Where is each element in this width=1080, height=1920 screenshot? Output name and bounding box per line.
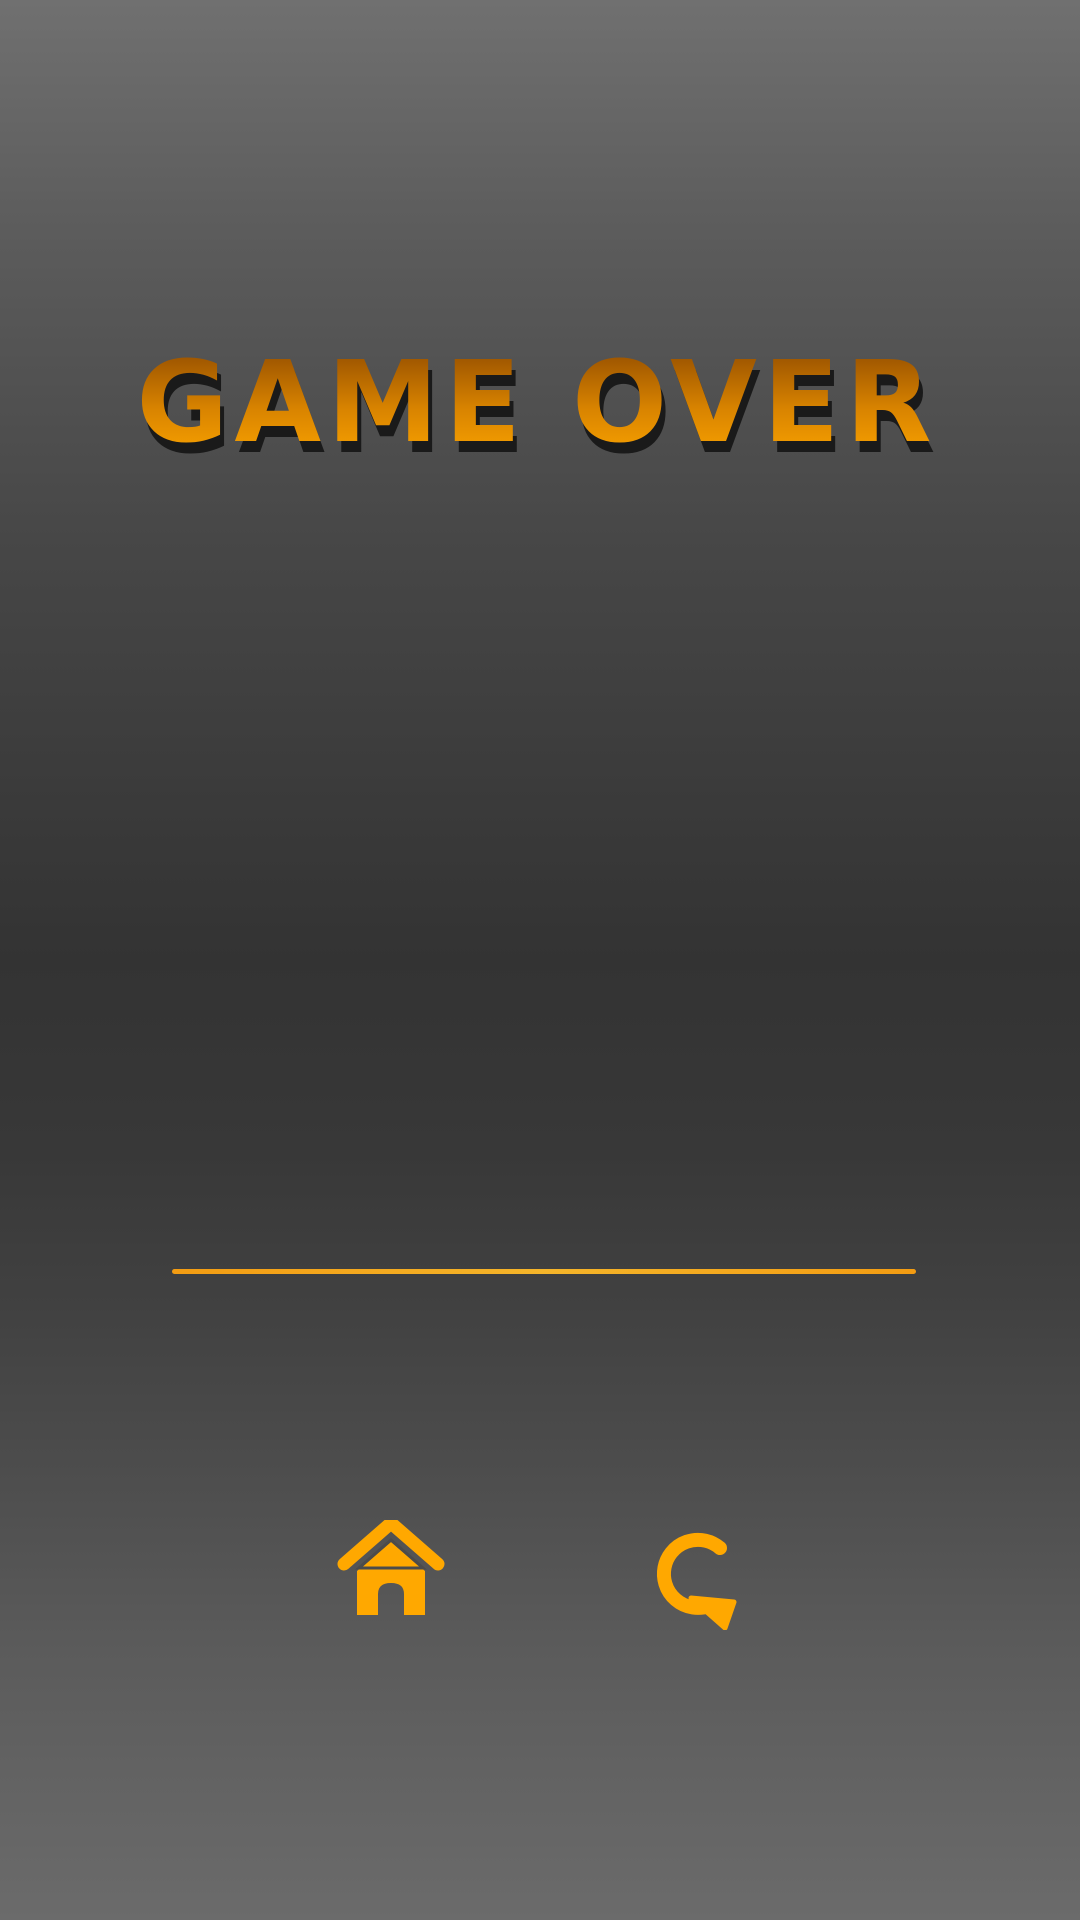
- restart-button[interactable]: [641, 1520, 751, 1630]
- game-over-title-graphic: GAME OVER GAME OVER: [136, 340, 937, 479]
- game-over-title-container: GAME OVER GAME OVER: [0, 340, 1080, 480]
- home-button[interactable]: [336, 1520, 446, 1630]
- game-over-title: GAME OVER: [136, 340, 937, 468]
- home-icon: [337, 1520, 445, 1615]
- divider-line: [172, 1269, 916, 1274]
- restart-icon: [656, 1532, 737, 1630]
